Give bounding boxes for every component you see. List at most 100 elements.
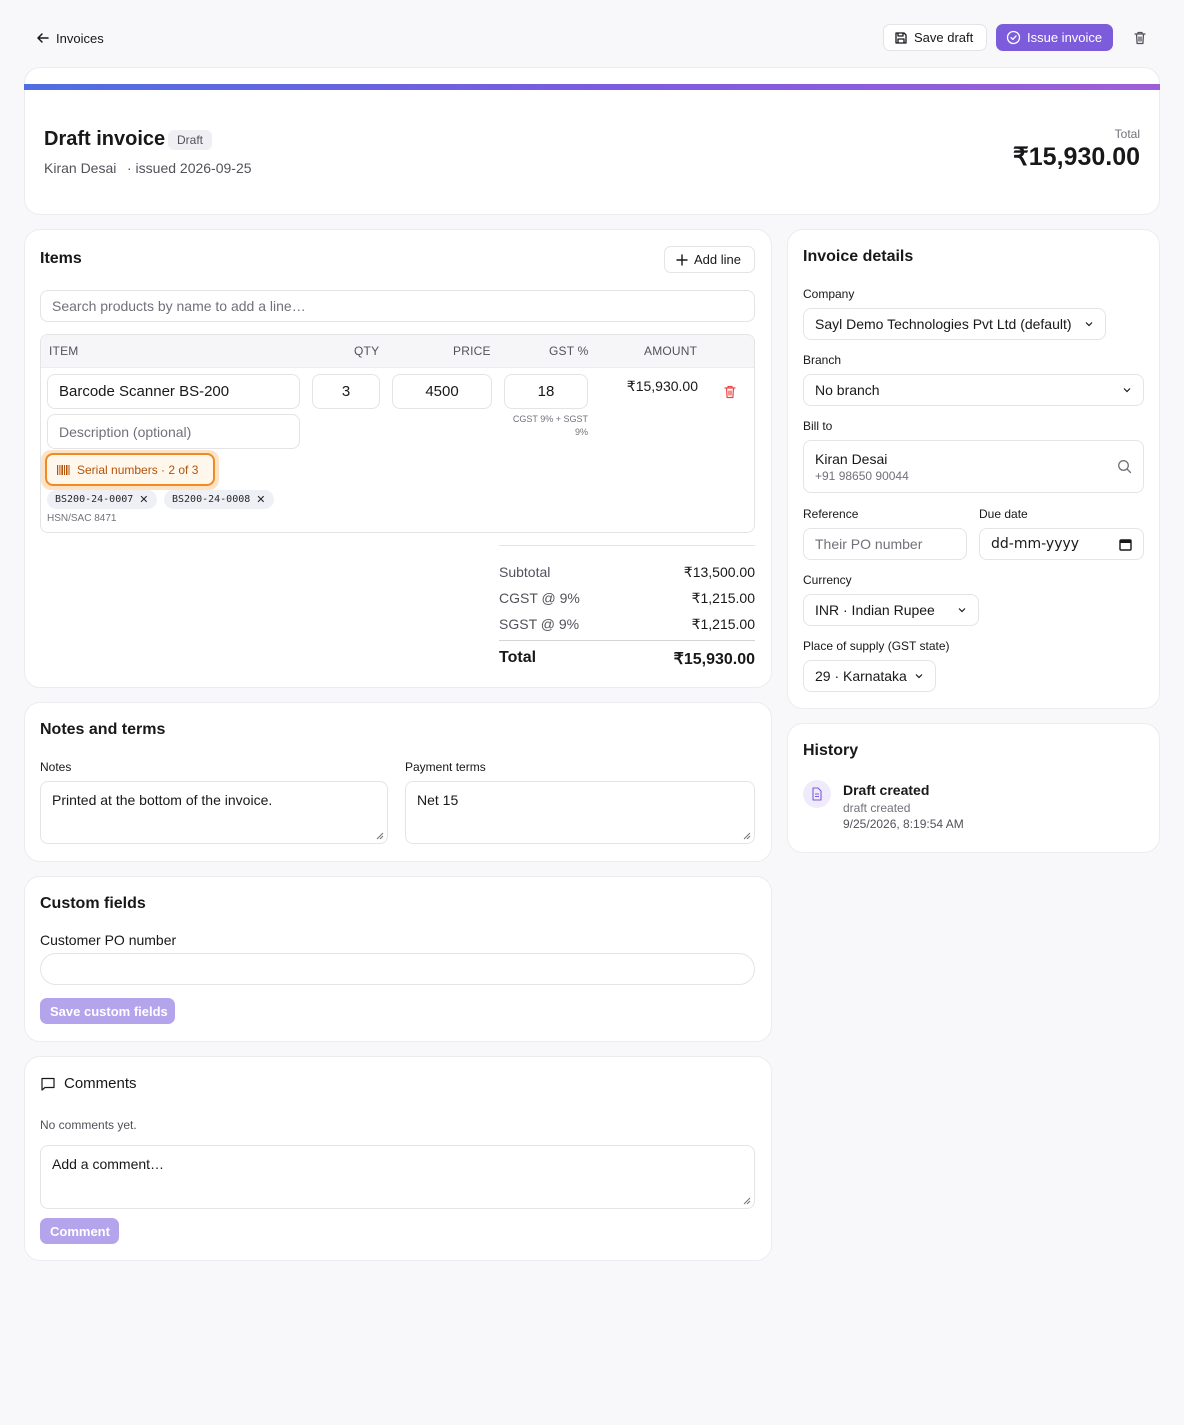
resize-handle-icon[interactable] [743,1197,751,1205]
calendar-icon[interactable] [1119,538,1132,551]
place-of-supply-label: Place of supply (GST state) [803,639,950,653]
company-value: Sayl Demo Technologies Pvt Ltd (default) [815,316,1072,332]
branch-label: Branch [803,353,842,367]
line-gst-input[interactable]: 18 [504,374,588,409]
reference-input[interactable]: Their PO number [803,528,967,560]
trash-icon[interactable] [1132,30,1148,46]
place-of-supply-value: 29 · Karnataka [815,668,907,684]
col-gst: GST % [549,344,589,358]
save-custom-fields-label: Save custom fields [50,1003,168,1019]
line-amount: ₹15,930.00 [626,378,698,394]
col-price: PRICE [453,344,491,358]
currency-select[interactable]: INR · Indian Rupee [803,594,979,626]
place-of-supply-select[interactable]: 29 · Karnataka [803,660,936,692]
line-item-name-input[interactable]: Barcode Scanner BS-200 [47,374,300,409]
delete-line-icon[interactable] [722,384,738,400]
add-line-button[interactable]: Add line [664,246,755,273]
comment-submit-label: Comment [50,1223,110,1239]
serial-chip-label: BS200-24-0008 [172,494,251,505]
add-line-label: Add line [694,252,741,267]
save-icon [895,31,907,44]
save-draft-button[interactable]: Save draft [883,24,987,51]
chevron-down-icon [915,674,923,679]
total-label: Total [499,649,537,666]
product-search-placeholder: Search products by name to add a line… [52,298,306,314]
line-price-input[interactable]: 4500 [392,374,492,409]
close-icon[interactable]: ✕ [139,493,148,506]
line-qty-input[interactable]: 3 [312,374,380,409]
line-item-name: Barcode Scanner BS-200 [59,383,230,400]
due-date-placeholder: dd-mm-yyyy [991,536,1080,552]
back-link-label: Invoices [56,30,104,46]
bill-to-name: Kiran Desai [815,450,888,467]
col-item: ITEM [49,344,79,358]
comments-title: Comments [64,1075,137,1092]
accent-bar [24,84,1160,90]
barcode-icon [57,464,70,475]
resize-handle-icon[interactable] [376,832,384,840]
header-issued: · issued 2026-09-25 [127,160,252,176]
line-description-input[interactable]: Description (optional) [47,414,300,449]
sgst-value: ₹1,215.00 [691,616,755,632]
currency-value: INR · Indian Rupee [815,602,935,618]
branch-select[interactable]: No branch [803,374,1144,406]
chevron-down-icon [1085,322,1093,327]
chevron-down-icon [958,608,966,613]
bill-to-label: Bill to [803,419,833,433]
totals-divider-top [499,545,755,546]
line-gst-split: CGST 9% + SGST 9% [512,414,588,437]
search-icon[interactable] [1117,459,1132,474]
issue-invoice-button[interactable]: Issue invoice [996,24,1113,51]
notes-label: Notes [40,760,72,774]
resize-handle-icon[interactable] [743,832,751,840]
save-draft-label: Save draft [914,30,974,45]
serial-numbers-label: Serial numbers · 2 of 3 [77,462,199,477]
serial-chip: BS200-24-0007 ✕ [47,490,157,509]
header-total-value: ₹15,930.00 [1012,143,1140,171]
page-title: Draft invoice [44,128,166,150]
back-link[interactable]: Invoices [36,28,104,48]
serial-numbers-button[interactable]: Serial numbers · 2 of 3 [45,453,215,486]
invoice-details-title: Invoice details [803,248,914,265]
header-customer: Kiran Desai [44,160,117,176]
plus-icon [676,253,688,266]
history-title: History [803,742,859,759]
sgst-label: SGST @ 9% [499,616,580,632]
comment-textarea[interactable]: Add a comment… [40,1145,755,1209]
close-icon[interactable]: ✕ [256,493,265,506]
notes-textarea[interactable]: Printed at the bottom of the invoice. [40,781,388,844]
customer-po-input[interactable] [40,953,755,985]
bill-to-phone: +91 98650 90044 [815,468,909,483]
save-custom-fields-button[interactable]: Save custom fields [40,998,175,1024]
col-amount: AMOUNT [644,344,698,358]
due-date-input[interactable]: dd-mm-yyyy [979,528,1144,560]
reference-placeholder: Their PO number [815,536,923,552]
comment-placeholder: Add a comment… [52,1156,165,1172]
total-value: ₹15,930.00 [673,651,755,668]
bill-to-field[interactable]: Kiran Desai +91 98650 90044 [803,440,1144,493]
line-price: 4500 [425,383,459,400]
arrow-left-icon [37,33,49,43]
customer-po-label: Customer PO number [40,932,177,948]
line-hsn: HSN/SAC 8471 [47,513,117,524]
branch-value: No branch [815,382,880,398]
check-circle-icon [1006,30,1021,45]
payment-terms-value: Net 15 [417,792,459,808]
company-select[interactable]: Sayl Demo Technologies Pvt Ltd (default) [803,308,1106,340]
header-total-label: Total [1114,127,1140,141]
line-gst: 18 [537,383,555,400]
product-search-input[interactable]: Search products by name to add a line… [40,290,755,322]
subtotal-label: Subtotal [499,564,551,580]
payment-terms-textarea[interactable]: Net 15 [405,781,755,844]
comment-submit-button[interactable]: Comment [40,1218,119,1244]
company-label: Company [803,287,855,301]
cgst-value: ₹1,215.00 [691,590,755,606]
payment-terms-label: Payment terms [405,760,486,774]
items-title: Items [40,250,82,267]
history-event-time: 9/25/2026, 8:19:54 AM [843,817,964,831]
due-date-label: Due date [979,507,1028,521]
serial-chip: BS200-24-0008 ✕ [164,490,274,509]
reference-label: Reference [803,507,859,521]
custom-fields-title: Custom fields [40,895,146,912]
issue-invoice-label: Issue invoice [1027,30,1103,45]
